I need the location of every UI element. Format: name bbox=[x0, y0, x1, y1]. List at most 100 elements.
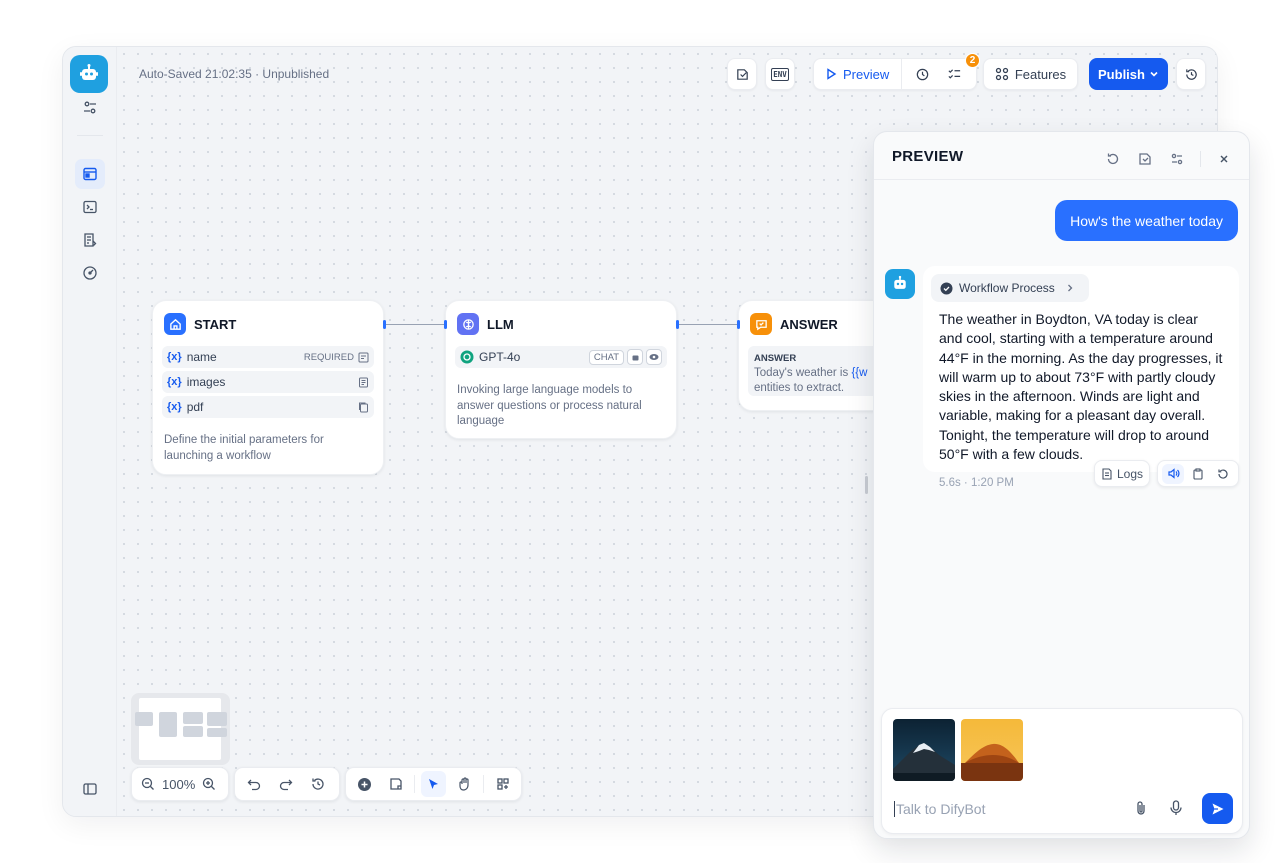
uploaded-image-desert-rock[interactable] bbox=[961, 719, 1023, 781]
features-icon bbox=[995, 67, 1008, 81]
answer-variable: {{w bbox=[851, 367, 868, 379]
send-button[interactable] bbox=[1202, 793, 1233, 824]
add-node-icon[interactable] bbox=[352, 771, 377, 797]
text-input-icon bbox=[358, 352, 369, 362]
minimap[interactable] bbox=[131, 693, 230, 765]
features-settings-icon[interactable] bbox=[1164, 146, 1190, 172]
variable-icon: {x} bbox=[167, 401, 182, 413]
workflow-process-toggle[interactable]: Workflow Process bbox=[931, 274, 1089, 302]
chevron-right-icon bbox=[1067, 284, 1073, 292]
node-start-desc: Define the initial parameters for launch… bbox=[164, 434, 324, 462]
robot-icon bbox=[80, 64, 98, 80]
llm-brain-icon bbox=[457, 313, 479, 335]
files-icon bbox=[359, 402, 368, 412]
answer-input-handle[interactable] bbox=[737, 320, 740, 329]
regenerate-icon[interactable] bbox=[1212, 464, 1234, 484]
message-meta: 5.6s · 1:20 PM bbox=[939, 477, 1014, 489]
user-message: How's the weather today bbox=[1055, 200, 1238, 241]
start-output-handle[interactable] bbox=[383, 320, 386, 329]
node-start-title: START bbox=[194, 316, 237, 332]
sidebar bbox=[63, 47, 117, 816]
file-list-icon bbox=[359, 377, 368, 387]
autosave-status: Auto-Saved 21:02:35 · Unpublished bbox=[139, 67, 330, 81]
bot-avatar bbox=[885, 269, 915, 299]
preview-title: PREVIEW bbox=[892, 148, 964, 165]
send-icon bbox=[1212, 803, 1223, 814]
sidebar-item-monitoring[interactable] bbox=[75, 258, 105, 288]
variable-icon: {x} bbox=[167, 376, 182, 388]
node-llm[interactable]: LLM GPT-4o CHAT Invoking large language … bbox=[445, 300, 677, 439]
sidebar-item-logs[interactable] bbox=[75, 225, 105, 255]
run-history-icon[interactable] bbox=[727, 58, 757, 90]
openai-icon bbox=[460, 350, 474, 364]
vision-robot-icon bbox=[627, 349, 643, 365]
preview-header-divider bbox=[874, 179, 1249, 180]
sidebar-toggle-icon[interactable] bbox=[75, 774, 105, 804]
organize-blocks-icon[interactable] bbox=[490, 771, 515, 797]
llm-model-name: GPT-4o bbox=[479, 350, 521, 364]
answer-text: The weather in Boydton, VA today is clea… bbox=[939, 311, 1223, 463]
run-history-clock-icon[interactable] bbox=[906, 59, 938, 89]
version-history-icon[interactable] bbox=[1176, 58, 1206, 90]
llm-model-row[interactable]: GPT-4o CHAT bbox=[455, 346, 667, 368]
check-circle-icon bbox=[940, 282, 953, 294]
preview-toolbar-group: Preview bbox=[813, 58, 977, 90]
chat-input[interactable]: Talk to DifyBot bbox=[894, 801, 985, 817]
attachment-icon[interactable] bbox=[1128, 795, 1154, 821]
required-label: REQUIRED bbox=[303, 351, 354, 363]
node-start-header: START bbox=[153, 301, 383, 335]
file-text-icon bbox=[1102, 467, 1112, 480]
home-icon bbox=[164, 313, 186, 335]
env-button[interactable]: ENV bbox=[765, 58, 795, 90]
close-icon[interactable] bbox=[1211, 146, 1237, 172]
add-note-icon[interactable] bbox=[383, 771, 408, 797]
speaker-icon[interactable] bbox=[1162, 463, 1184, 484]
history-icon[interactable] bbox=[305, 771, 331, 797]
checklist-badge: 2 bbox=[965, 53, 980, 68]
start-var-pdf[interactable]: {x} pdf bbox=[162, 396, 374, 418]
chevron-down-icon bbox=[1150, 71, 1158, 77]
node-llm-desc: Invoking large language models to answer… bbox=[457, 384, 642, 427]
pointer-tool-icon[interactable] bbox=[421, 771, 447, 797]
restart-icon[interactable] bbox=[1100, 146, 1126, 172]
env-icon: ENV bbox=[771, 67, 789, 81]
sidebar-item-orchestrate[interactable] bbox=[75, 159, 105, 189]
node-start[interactable]: START {x} name REQUIRED {x} images {x} p… bbox=[152, 300, 384, 475]
zoom-controls: 100% bbox=[131, 767, 229, 801]
llm-input-handle[interactable] bbox=[444, 320, 447, 329]
play-icon bbox=[827, 68, 837, 80]
bot-answer: Workflow Process The weather in Boydton,… bbox=[923, 266, 1239, 472]
edge-start-llm bbox=[385, 324, 445, 325]
uploaded-image-mountain[interactable] bbox=[893, 719, 955, 781]
settings-sliders-icon[interactable] bbox=[75, 93, 105, 123]
eye-icon bbox=[646, 349, 662, 365]
zoom-level[interactable]: 100% bbox=[162, 777, 195, 792]
zoom-out-icon[interactable] bbox=[138, 771, 158, 797]
preview-button[interactable]: Preview bbox=[814, 59, 903, 89]
publish-button[interactable]: Publish bbox=[1089, 58, 1168, 90]
variables-icon[interactable] bbox=[1132, 146, 1158, 172]
node-llm-title: LLM bbox=[487, 316, 514, 332]
llm-mode-chip: CHAT bbox=[588, 349, 624, 365]
features-button[interactable]: Features bbox=[983, 58, 1078, 90]
zoom-in-icon[interactable] bbox=[199, 771, 219, 797]
start-var-name[interactable]: {x} name REQUIRED bbox=[162, 346, 374, 368]
redo-icon[interactable] bbox=[273, 771, 299, 797]
variable-icon: {x} bbox=[167, 351, 182, 363]
sidebar-divider bbox=[77, 135, 103, 136]
llm-output-handle[interactable] bbox=[676, 320, 679, 329]
history-controls bbox=[234, 767, 340, 801]
sidebar-item-api[interactable] bbox=[75, 192, 105, 222]
message-actions bbox=[1157, 460, 1239, 487]
hand-tool-icon[interactable] bbox=[452, 771, 477, 797]
panel-resize-handle[interactable] bbox=[865, 476, 868, 494]
microphone-icon[interactable] bbox=[1163, 795, 1189, 821]
node-llm-header: LLM bbox=[446, 301, 676, 335]
copy-icon[interactable] bbox=[1187, 464, 1209, 484]
undo-icon[interactable] bbox=[241, 771, 267, 797]
logs-button[interactable]: Logs bbox=[1094, 460, 1151, 487]
start-var-images[interactable]: {x} images bbox=[162, 371, 374, 393]
app-logo[interactable] bbox=[70, 55, 108, 93]
preview-panel: PREVIEW How's the weather today Workflow… bbox=[873, 131, 1250, 839]
chat-input-area: Talk to DifyBot bbox=[881, 708, 1243, 834]
